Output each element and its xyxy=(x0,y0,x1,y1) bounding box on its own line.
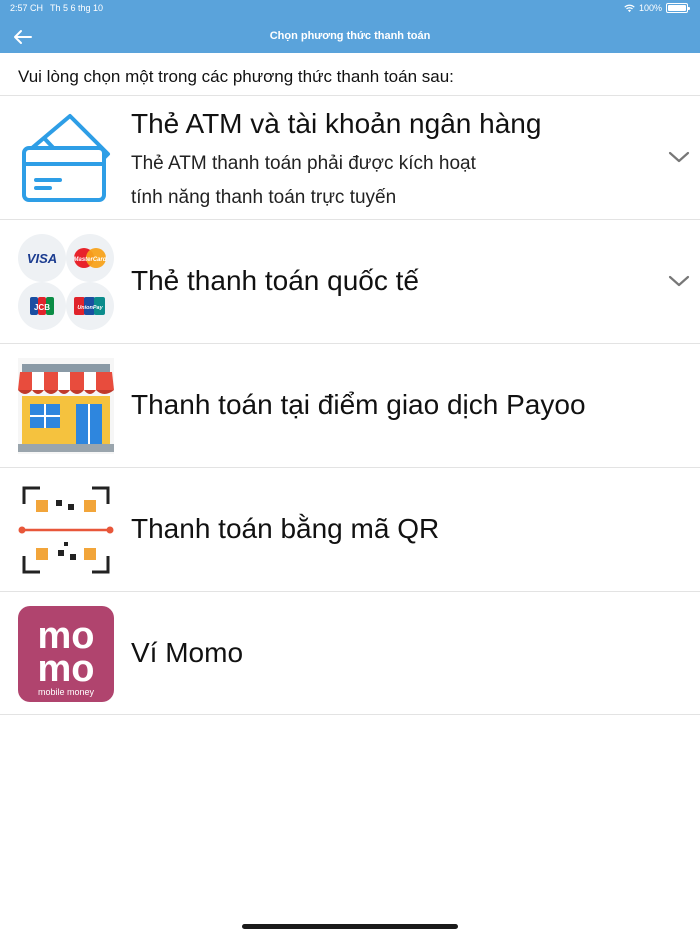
mastercard-logo: MasterCard xyxy=(73,257,106,263)
visa-logo: VISA xyxy=(27,251,57,266)
international-cards-icon: VISA MasterCard JCB UnionPay xyxy=(18,234,114,330)
status-right: 100% xyxy=(624,3,690,13)
jcb-logo: JCB xyxy=(34,303,50,312)
payment-option-international-card[interactable]: VISA MasterCard JCB UnionPay Thẻ thanh t… xyxy=(0,219,700,343)
payment-option-title: Thanh toán tại điểm giao dịch Payoo xyxy=(131,389,586,420)
payment-option-desc-line2: tính năng thanh toán trực tuyến xyxy=(131,187,397,208)
status-date: Th 5 6 thg 10 xyxy=(50,3,104,13)
bank-card-icon xyxy=(22,114,110,202)
momo-logo-icon: mo mo mobile money xyxy=(18,606,114,702)
chevron-down-icon[interactable] xyxy=(668,274,690,288)
payment-option-momo[interactable]: mo mo mobile money Ví Momo xyxy=(0,591,700,715)
payment-option-qr[interactable]: Thanh toán bằng mã QR xyxy=(0,467,700,591)
payment-option-title: Thẻ ATM và tài khoản ngân hàng xyxy=(131,108,542,139)
payment-option-title: Thanh toán bằng mã QR xyxy=(131,513,440,544)
home-indicator xyxy=(242,924,458,929)
payment-option-title: Thẻ thanh toán quốc tế xyxy=(131,265,419,296)
unionpay-logo: UnionPay xyxy=(77,305,103,311)
qr-scan-icon xyxy=(18,486,114,574)
payment-option-desc-line1: Thẻ ATM thanh toán phải được kích hoạt xyxy=(131,153,476,174)
payment-method-list: Thẻ ATM và tài khoản ngân hàng Thẻ ATM t… xyxy=(0,95,700,715)
momo-logo-caption: mobile money xyxy=(38,687,95,697)
app-header: 2:57 CH Th 5 6 thg 10 100% Chọn phương t… xyxy=(0,0,700,53)
payment-option-atm[interactable]: Thẻ ATM và tài khoản ngân hàng Thẻ ATM t… xyxy=(0,95,700,219)
wifi-icon xyxy=(624,4,635,12)
payment-option-payoo-store[interactable]: Thanh toán tại điểm giao dịch Payoo xyxy=(0,343,700,467)
chevron-down-icon[interactable] xyxy=(668,150,690,164)
page-title: Chọn phương thức thanh toán xyxy=(269,30,431,42)
instruction-text: Vui lòng chọn một trong các phương thức … xyxy=(18,67,454,86)
momo-logo-text-2: mo xyxy=(38,648,95,690)
battery-percent: 100% xyxy=(638,3,662,13)
battery-icon xyxy=(666,3,690,13)
store-icon xyxy=(18,358,114,454)
status-time: 2:57 CH xyxy=(10,3,44,13)
payment-option-title: Ví Momo xyxy=(131,637,244,668)
